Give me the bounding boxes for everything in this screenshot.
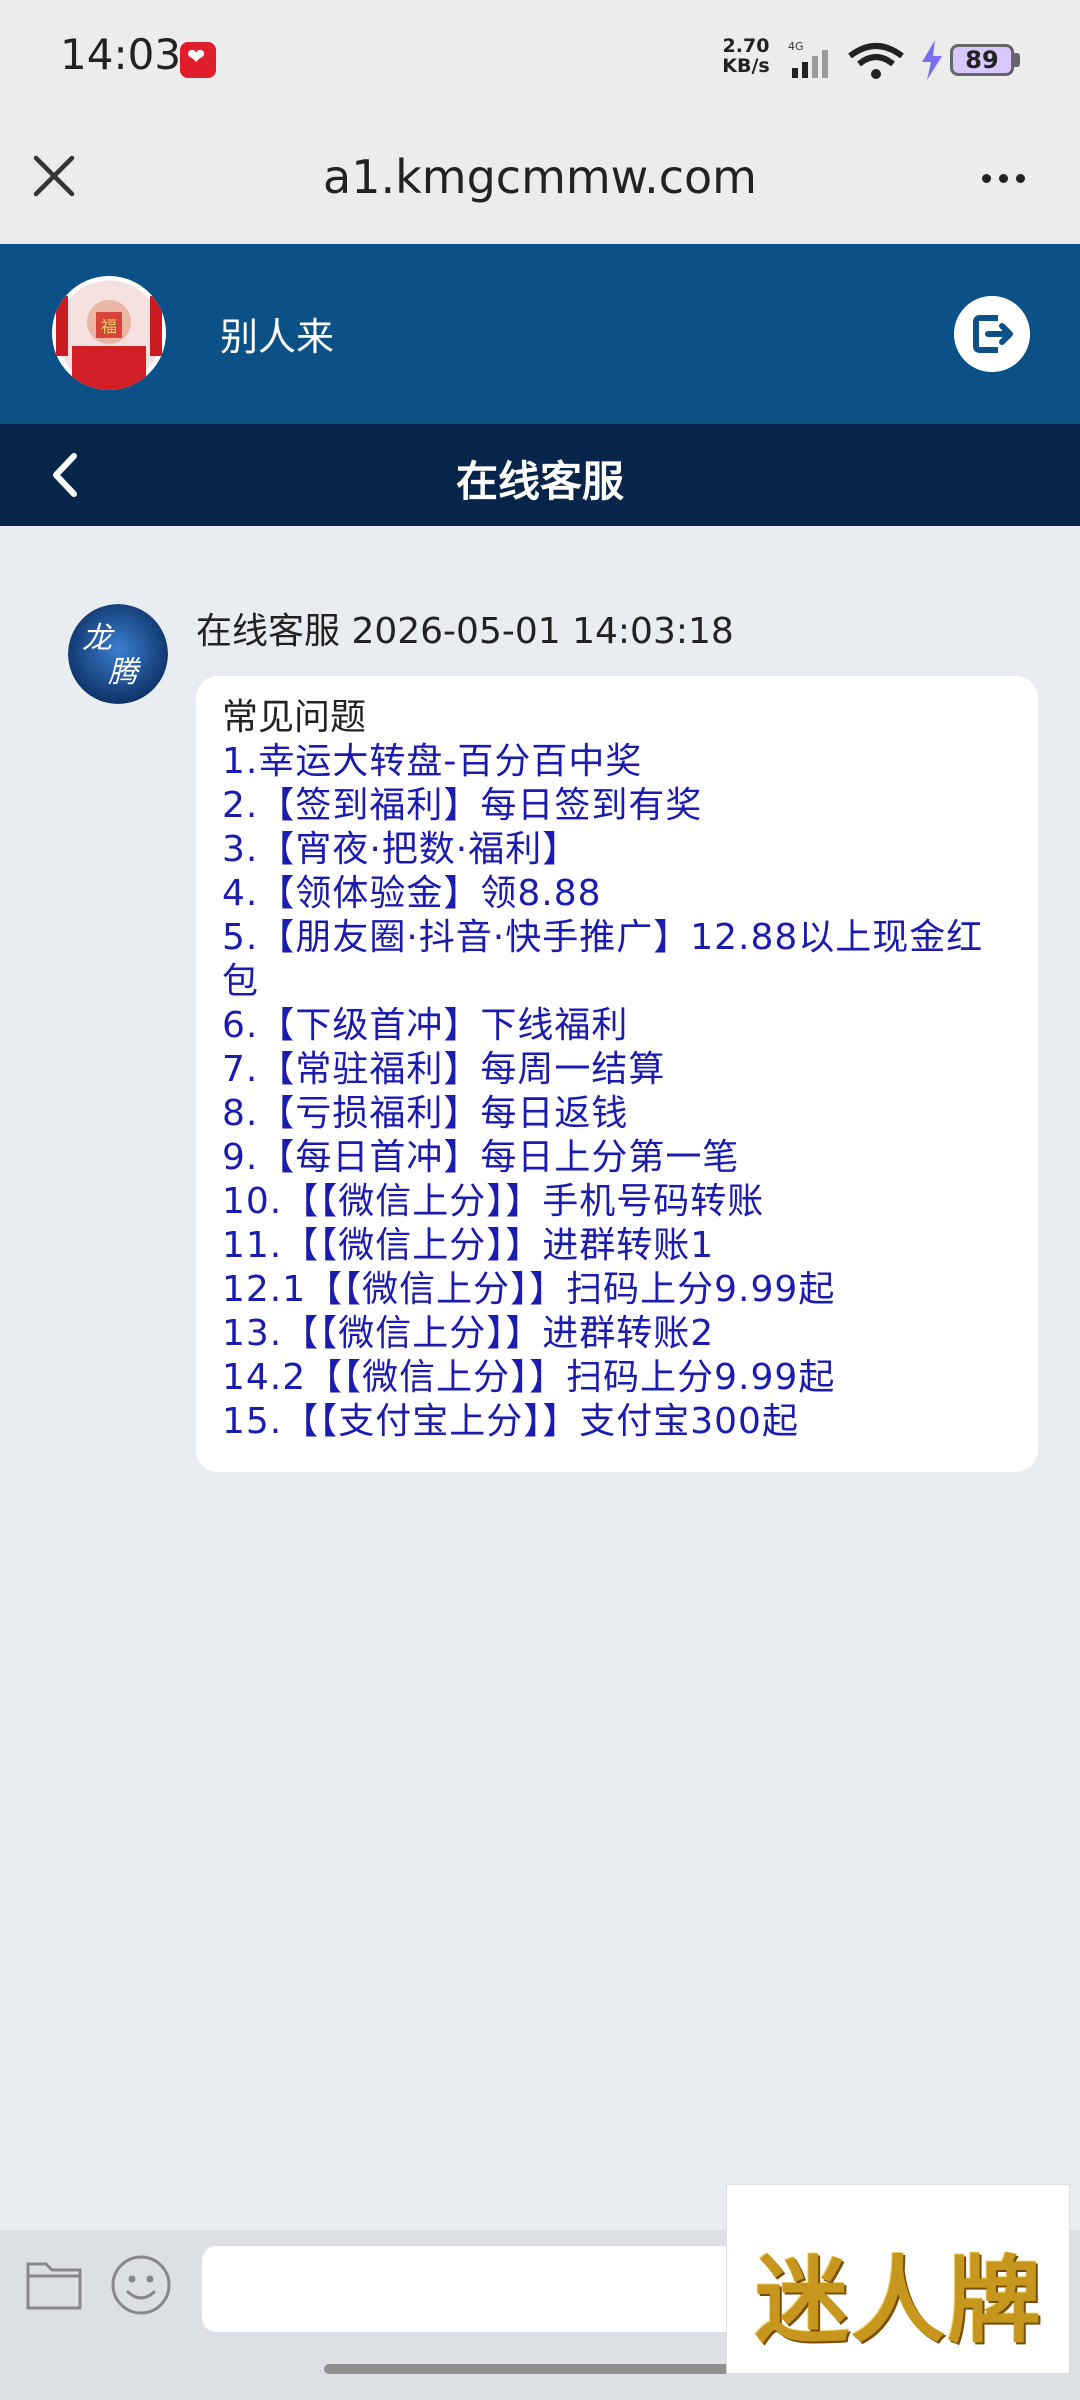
title-bar: 在线客服 (0, 424, 1080, 526)
faq-item[interactable]: 6.【下级首冲】下线福利 (222, 1004, 1012, 1048)
faq-item[interactable]: 5.【朋友圈·抖音·快手推广】12.88以上现金红包 (222, 916, 1012, 1004)
faq-item[interactable]: 15.【【支付宝上分】】支付宝300起 (222, 1400, 1012, 1444)
faq-item[interactable]: 12.1【【微信上分】】扫码上分9.99起 (222, 1268, 1012, 1312)
user-header: 福 别人来 (0, 244, 1080, 424)
watermark-logo: 迷人牌 (726, 2184, 1070, 2374)
faq-list: 1.幸运大转盘-百分百中奖 2.【签到福利】每日签到有奖 3.【宵夜·把数·福利… (222, 740, 1012, 1444)
app-notification-icon (180, 42, 216, 78)
faq-item[interactable]: 7.【常驻福利】每周一结算 (222, 1048, 1012, 1092)
message-bubble: 常见问题 1.幸运大转盘-百分百中奖 2.【签到福利】每日签到有奖 3.【宵夜·… (196, 676, 1038, 1472)
network-speed: 2.70 KB/s (718, 36, 774, 76)
emoji-icon[interactable] (110, 2254, 172, 2316)
faq-item[interactable]: 8.【亏损福利】每日返钱 (222, 1092, 1012, 1136)
status-bar: 14:03 2.70 KB/s 4G 89 (0, 0, 1080, 120)
faq-item[interactable]: 13.【【微信上分】】进群转账2 (222, 1312, 1012, 1356)
username: 别人来 (220, 315, 335, 359)
battery-tip (1014, 53, 1020, 67)
signal-icon: 4G (788, 40, 828, 78)
home-indicator[interactable] (324, 2364, 756, 2374)
faq-item[interactable]: 4.【领体验金】领8.88 (222, 872, 1012, 916)
agent-avatar: 龙 腾 (68, 604, 168, 704)
svg-text:龙: 龙 (82, 621, 115, 656)
page-url: a1.kmgcmmw.com (323, 150, 757, 204)
faq-item[interactable]: 9.【每日首冲】每日上分第一笔 (222, 1136, 1012, 1180)
charging-icon (922, 40, 942, 80)
faq-heading: 常见问题 (222, 697, 367, 738)
faq-item[interactable]: 11.【【微信上分】】进群转账1 (222, 1224, 1012, 1268)
network-type: 4G (788, 40, 804, 53)
svg-text:腾: 腾 (108, 655, 141, 690)
logout-icon[interactable] (954, 296, 1030, 372)
faq-item[interactable]: 14.2【【微信上分】】扫码上分9.99起 (222, 1356, 1012, 1400)
battery-icon: 89 (950, 44, 1014, 76)
folder-icon[interactable] (24, 2254, 84, 2314)
message-meta: 在线客服 2026-05-01 14:03:18 (196, 611, 734, 652)
status-time: 14:03 (60, 30, 182, 79)
watermark-text: 迷人牌 (754, 2246, 1043, 2356)
browser-bar: a1.kmgcmmw.com (0, 120, 1080, 244)
network-speed-unit: KB/s (722, 55, 770, 77)
network-speed-value: 2.70 (722, 35, 770, 57)
avatar[interactable]: 福 (52, 276, 166, 390)
faq-item[interactable]: 10.【【微信上分】】手机号码转账 (222, 1180, 1012, 1224)
svg-text:福: 福 (101, 317, 117, 336)
faq-item[interactable]: 1.幸运大转盘-百分百中奖 (222, 740, 1012, 784)
faq-item[interactable]: 2.【签到福利】每日签到有奖 (222, 784, 1012, 828)
more-icon[interactable] (976, 156, 1032, 196)
wifi-icon (848, 43, 904, 79)
page-title: 在线客服 (455, 457, 624, 506)
faq-item[interactable]: 3.【宵夜·把数·福利】 (222, 828, 1012, 872)
